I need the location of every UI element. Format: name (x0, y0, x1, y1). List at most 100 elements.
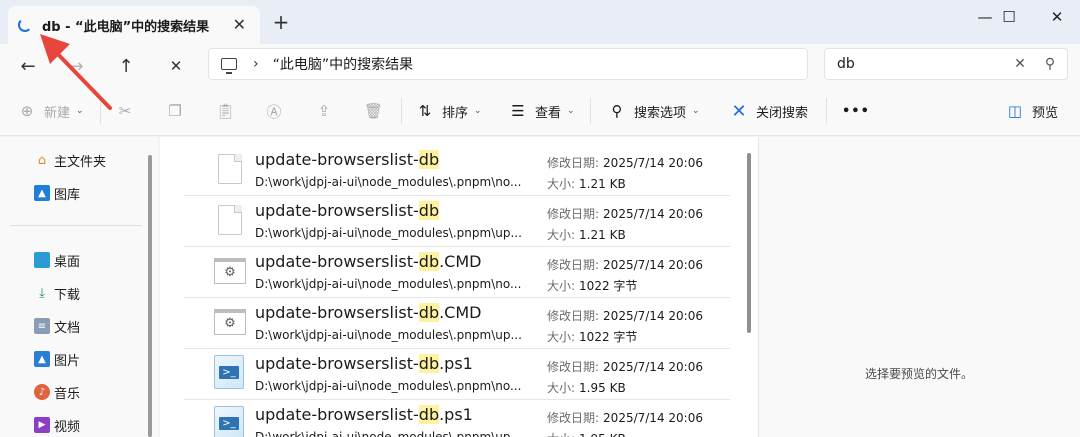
address-box[interactable]: › “此电脑”中的搜索结果 (208, 48, 808, 80)
cut-button[interactable]: ✂ (116, 100, 142, 122)
modified-date: 修改日期: 2025/7/14 20:06 (547, 358, 703, 375)
up-button[interactable]: ↑ (112, 52, 140, 80)
sidebar-item-desktop[interactable]: 桌面 📌︎ (34, 249, 175, 271)
search-match-highlight: db (418, 405, 440, 424)
stop-button[interactable]: ✕ (162, 52, 190, 80)
file-extension: .CMD (439, 252, 482, 271)
breadcrumb-location[interactable]: “此电脑”中的搜索结果 (273, 54, 414, 74)
tab-close-icon[interactable]: ✕ (233, 15, 246, 34)
gallery-icon: ▲ (34, 185, 50, 201)
search-match-highlight: db (418, 303, 440, 322)
forward-button[interactable]: → (62, 52, 90, 80)
file-size: 大小:1.95 KB (547, 430, 626, 437)
result-row[interactable]: >_ update-browserslist-db.ps1 D:\work\jdpj… (184, 349, 730, 400)
result-row[interactable]: ⚙ update-browserslist-db.CMD D:\work\jdpj-… (184, 247, 730, 298)
share-button[interactable]: ⇪ (315, 100, 341, 122)
file-size-value: 1.21 KB (579, 228, 626, 242)
new-tab-button[interactable]: + (270, 10, 292, 34)
cmd-file-icon: ⚙ (214, 309, 246, 335)
sidebar-item-gallery[interactable]: ▲ 图库 (34, 182, 144, 204)
sidebar-item-documents[interactable]: ≡ 文档 📌︎ (34, 315, 175, 337)
search-results-list: update-browserslist-db D:\work\jdpj-ai-ui… (160, 137, 758, 437)
sidebar-item-label: 图片 (54, 353, 81, 369)
clear-search-icon[interactable]: ✕ (1009, 56, 1031, 72)
search-options-button[interactable]: ⚲ 搜索选项 ⌄ (608, 100, 700, 122)
powershell-prompt-icon: >_ (219, 365, 239, 379)
file-size: 大小:1.95 KB (547, 379, 626, 396)
modified-date-label: 修改日期: (547, 411, 600, 425)
file-path: D:\work\jdpj-ai-ui\node_modules\.pnpm\no… (255, 379, 522, 393)
tab-title: db - “此电脑”中的搜索结果 (42, 19, 210, 35)
search-input[interactable]: db (837, 56, 1009, 72)
modified-date-value: 2025/7/14 20:06 (603, 258, 703, 272)
modified-date: 修改日期: 2025/7/14 20:06 (547, 409, 703, 426)
file-size: 大小: 1.21 KB (547, 175, 626, 192)
sidebar-item-pictures[interactable]: ▲ 图片 📌︎ (34, 348, 175, 370)
close-window-button[interactable]: ✕ (1034, 0, 1080, 34)
file-size-value: 1.21 KB (579, 177, 626, 191)
more-options-button[interactable]: ••• (842, 100, 870, 122)
file-path: D:\work\jdpj-ai-ui\node_modules\.pnpm\up… (255, 226, 522, 240)
search-icon[interactable]: ⚲ (1039, 56, 1061, 72)
file-name-prefix: update-browserslist- (255, 405, 419, 424)
sidebar-item-label: 视频 (54, 419, 81, 435)
results-scrollbar[interactable] (747, 153, 751, 333)
document-icon: ≡ (34, 318, 50, 334)
delete-button[interactable]: 🗑︎ (364, 100, 390, 122)
sort-icon: ⇅ (418, 102, 432, 120)
sidebar-item-label: 音乐 (54, 386, 81, 402)
search-match-highlight: db (418, 150, 440, 169)
modified-date-label: 修改日期: (547, 258, 600, 272)
sidebar-item-label: 图库 (54, 187, 81, 203)
sidebar-scrollbar[interactable] (148, 155, 152, 437)
file-size-label: 大小: (547, 228, 576, 242)
result-row[interactable]: update-browserslist-db D:\work\jdpj-ai-ui… (184, 196, 730, 247)
view-button[interactable]: ☰ 查看 ⌄ (509, 100, 574, 122)
sidebar-item-videos[interactable]: ▶ 视频 📌︎ (34, 414, 175, 436)
result-row[interactable]: >_ update-browserslist-db.ps1 D:\work\jdpj… (184, 400, 730, 437)
toolbar-divider (100, 98, 101, 124)
rename-button[interactable]: Ⓐ (265, 100, 291, 122)
file-size-value: 1.95 KB (579, 432, 626, 437)
file-name-prefix: update-browserslist- (255, 150, 419, 169)
trash-icon: 🗑︎ (364, 102, 384, 120)
preview-pane-button[interactable]: ◫ 预览 (1006, 100, 1058, 122)
result-row[interactable]: ⚙ update-browserslist-db.CMD D:\work\jdpj-… (184, 298, 730, 349)
video-icon: ▶ (34, 417, 50, 433)
active-tab[interactable]: db - “此电脑”中的搜索结果 ✕ (8, 6, 260, 44)
file-size: 大小: 1022 字节 (547, 328, 637, 345)
title-bar: db - “此电脑”中的搜索结果 ✕ + — ☐ ✕ (0, 0, 1080, 44)
maximize-button[interactable]: ☐ (986, 0, 1032, 34)
powershell-prompt-icon: >_ (219, 416, 239, 430)
file-name[interactable]: update-browserslist-db.CMD (255, 252, 481, 271)
chevron-right-icon[interactable]: › (253, 56, 259, 72)
sidebar-item-music[interactable]: ♪ 音乐 📌︎ (34, 381, 175, 403)
sidebar-item-downloads[interactable]: ⤓ 下载 📌︎ (34, 282, 175, 304)
result-row[interactable]: update-browserslist-db D:\work\jdpj-ai-ui… (184, 145, 730, 196)
powershell-file-icon: >_ (214, 406, 244, 437)
back-button[interactable]: ← (14, 52, 42, 80)
share-icon: ⇪ (317, 102, 331, 120)
file-icon (218, 205, 242, 235)
sidebar-item-home[interactable]: ⌂ 主文件夹 (34, 149, 144, 171)
address-bar-row: ← → ↑ ✕ › “此电脑”中的搜索结果 db ✕ ⚲ (0, 44, 1080, 86)
file-name[interactable]: update-browserslist-db (255, 150, 440, 169)
new-label: 新建 (44, 105, 71, 121)
close-search-label: 关闭搜索 (756, 105, 809, 121)
copy-button[interactable]: ❐ (166, 100, 192, 122)
sort-button[interactable]: ⇅ 排序 ⌄ (416, 100, 482, 122)
close-search-button[interactable]: ✕ 关闭搜索 (730, 100, 808, 122)
file-name[interactable]: update-browserslist-db (255, 201, 440, 220)
file-name[interactable]: update-browserslist-db.CMD (255, 303, 481, 322)
file-name[interactable]: update-browserslist-db.ps1 (255, 354, 473, 373)
new-button[interactable]: ⊕ 新建 ⌄ (18, 100, 84, 122)
file-path: D:\work\jdpj-ai-ui\node_modules\.pnpm\no… (255, 175, 522, 189)
paste-button[interactable]: 📋︎ (216, 100, 242, 122)
desktop-icon (34, 252, 50, 268)
file-name[interactable]: update-browserslist-db.ps1 (255, 405, 473, 424)
list-view-icon: ☰ (511, 102, 525, 120)
search-box[interactable]: db ✕ ⚲ (824, 48, 1068, 80)
modified-date-value: 2025/7/14 20:06 (603, 156, 703, 170)
download-icon: ⤓ (39, 285, 45, 301)
toolbar-divider (401, 98, 402, 124)
